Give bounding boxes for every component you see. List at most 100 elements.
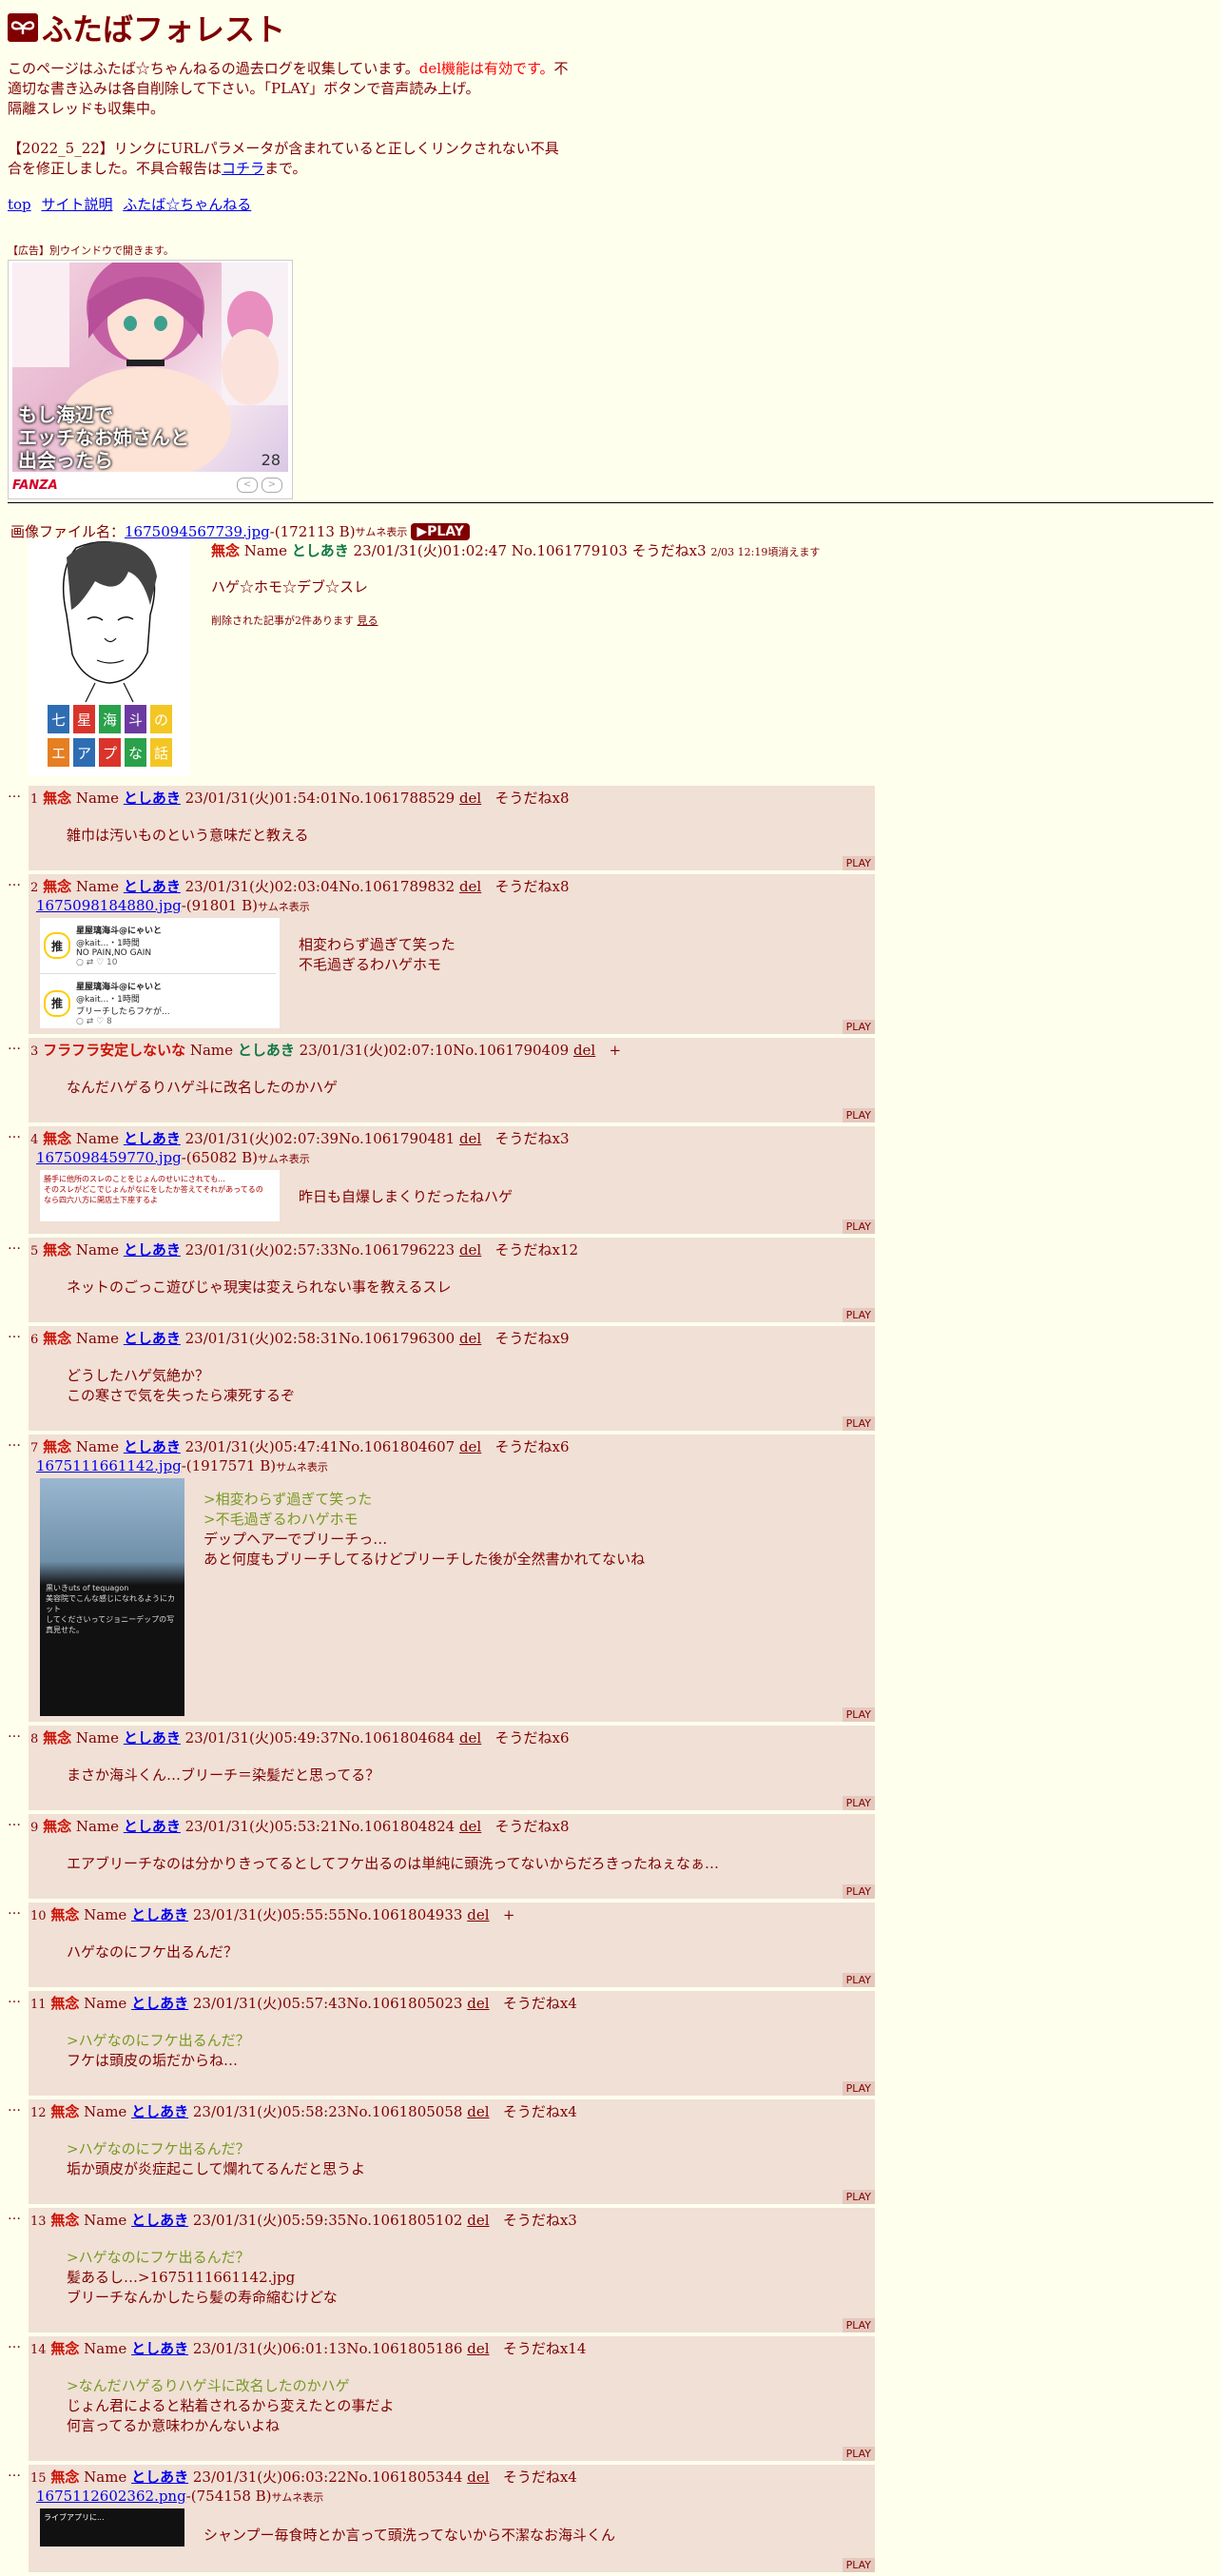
del-link[interactable]: del [459,1818,481,1835]
reply-poster-name[interactable]: としあき [124,1241,181,1259]
reply-poster-name[interactable]: としあき [131,2212,188,2229]
reply-thumbnail[interactable]: 勝手に他所のスレのことをじょんのせいにされても... そのスレがどこでじょんがなに… [40,1170,280,1221]
reply-play-button[interactable]: PLAY [842,2447,875,2461]
reply-play-button[interactable]: PLAY [842,1708,875,1722]
reply-poster-name[interactable]: としあき [124,1130,181,1147]
nav-about-link[interactable]: サイト説明 [41,196,112,213]
reply-menu-icon[interactable]: … [8,1238,29,1322]
soudane-button[interactable]: そうだねx6 [495,1438,570,1455]
ad-next-button[interactable]: > [262,478,282,493]
reply-poster-name[interactable]: としあき [124,1438,181,1455]
reply-menu-icon[interactable]: … [8,2336,29,2461]
reply-thumbnail[interactable]: 推星屋璃海斗@にゃいと @kait...・1時間 NO PAIN,NO GAIN ○ … [40,918,280,1028]
reply-menu-icon[interactable]: … [8,2465,29,2572]
soudane-button[interactable]: そうだねx4 [503,2469,577,2486]
ad-banner[interactable]: もし海辺で エッチなお姉さんと 出会ったら 28 FANZA < > [8,260,293,499]
reply-poster-name[interactable]: としあき [131,2103,188,2120]
reply-poster-name[interactable]: としあき [131,2469,188,2486]
reply-menu-icon[interactable]: … [8,874,29,1034]
soudane-button[interactable]: そうだねx8 [495,1818,570,1835]
reply-play-button[interactable]: PLAY [842,1973,875,1987]
soudane-button[interactable]: そうだねx8 [495,878,570,895]
reply-play-button[interactable]: PLAY [842,856,875,870]
reply-menu-icon[interactable]: … [8,1814,29,1899]
reply-menu-icon[interactable]: … [8,2099,29,2204]
op-file-link[interactable]: 1675094567739.jpg [125,523,270,540]
del-link[interactable]: del [459,1438,481,1455]
reply-play-button[interactable]: PLAY [842,1220,875,1234]
soudane-button[interactable]: + [503,1906,515,1923]
thumb-toggle[interactable]: サムネ表示 [258,1153,310,1165]
reply-thumbnail[interactable]: ライブアプリに... [40,2508,184,2547]
soudane-button[interactable]: そうだねx3 [495,1130,570,1147]
del-link[interactable]: del [459,878,481,895]
thumb-toggle[interactable]: サムネ表示 [272,2491,324,2504]
soudane-button[interactable]: そうだねx14 [503,2340,587,2357]
reply-poster-name[interactable]: としあき [131,2340,188,2357]
soudane-button[interactable]: そうだねx6 [495,1729,570,1747]
del-link[interactable]: del [459,790,481,807]
reply-poster-name[interactable]: としあき [131,1995,188,2012]
reply-file-link[interactable]: 1675098184880.jpg [36,897,182,914]
del-link[interactable]: del [459,1130,481,1147]
reply-menu-icon[interactable]: … [8,786,29,870]
reply-poster-name[interactable]: としあき [124,1818,181,1835]
del-link[interactable]: del [459,1729,481,1747]
thumb-toggle[interactable]: サムネ表示 [276,1461,328,1473]
soudane-button[interactable]: そうだねx3 [503,2212,577,2229]
show-deleted-link[interactable]: 見る [358,615,378,627]
reply-play-button[interactable]: PLAY [842,2318,875,2332]
op-thumb-toggle[interactable]: サムネ表示 [356,524,408,539]
soudane-button[interactable]: そうだねx8 [495,790,570,807]
del-link[interactable]: del [467,2340,489,2357]
reply-play-button[interactable]: PLAY [842,1108,875,1122]
del-link[interactable]: del [467,2103,489,2120]
reply-play-button[interactable]: PLAY [842,1416,875,1431]
reply-play-button[interactable]: PLAY [842,1308,875,1322]
soudane-button[interactable]: + [610,1042,622,1059]
reply-play-button[interactable]: PLAY [842,1796,875,1810]
reply-file-link[interactable]: 1675112602362.png [36,2488,186,2505]
reply-menu-icon[interactable]: … [8,1991,29,2096]
reply-poster-name[interactable]: としあき [124,1729,181,1747]
op-thumbnail[interactable]: 七 星 海 斗 の エ ア プ な 話 [29,538,190,776]
reply-menu-icon[interactable]: … [8,1326,29,1431]
del-link[interactable]: del [467,2469,489,2486]
reply-file-link[interactable]: 1675111661142.jpg [36,1457,182,1474]
thumb-toggle[interactable]: サムネ表示 [258,901,310,913]
op-play-button[interactable]: ▶ PLAY [411,522,470,540]
reply-poster-name[interactable]: としあき [124,790,181,807]
nav-futaba-link[interactable]: ふたば☆ちゃんねる [123,196,251,213]
del-link[interactable]: del [459,1241,481,1259]
reply-play-button[interactable]: PLAY [842,2558,875,2572]
nav-top-link[interactable]: top [8,196,31,213]
reply-menu-icon[interactable]: … [8,1434,29,1722]
reply-play-button[interactable]: PLAY [842,1020,875,1034]
reply-menu-icon[interactable]: … [8,2208,29,2332]
ad-prev-button[interactable]: < [237,478,258,493]
reply-poster-name[interactable]: としあき [124,878,181,895]
reply-play-button[interactable]: PLAY [842,1884,875,1899]
report-link[interactable]: コチラ [222,160,264,177]
soudane-button[interactable]: そうだねx4 [503,1995,577,2012]
del-link[interactable]: del [467,2212,489,2229]
reply-menu-icon[interactable]: … [8,1126,29,1234]
soudane-button[interactable]: そうだねx4 [503,2103,577,2120]
reply-play-button[interactable]: PLAY [842,2190,875,2204]
del-link[interactable]: del [573,1042,595,1059]
reply-menu-icon[interactable]: … [8,1038,29,1122]
del-link[interactable]: del [467,1995,489,2012]
reply-file-link[interactable]: 1675098459770.jpg [36,1149,182,1166]
op-soudane[interactable]: そうだねx3 [632,542,707,559]
reply-poster-name[interactable]: としあき [124,1330,181,1347]
del-link[interactable]: del [467,1906,489,1923]
reply-play-button[interactable]: PLAY [842,2081,875,2096]
ad-image[interactable]: もし海辺で エッチなお姉さんと 出会ったら 28 [12,263,288,472]
reply-thumbnail[interactable]: 黒いきuts of tequagon 美容院でこんな感じになれるようにカット してく… [40,1478,184,1716]
soudane-button[interactable]: そうだねx12 [495,1241,579,1259]
reply-menu-icon[interactable]: … [8,1903,29,1987]
reply-menu-icon[interactable]: … [8,1726,29,1810]
soudane-button[interactable]: そうだねx9 [495,1330,570,1347]
del-link[interactable]: del [459,1330,481,1347]
reply-poster-name[interactable]: としあき [131,1906,188,1923]
